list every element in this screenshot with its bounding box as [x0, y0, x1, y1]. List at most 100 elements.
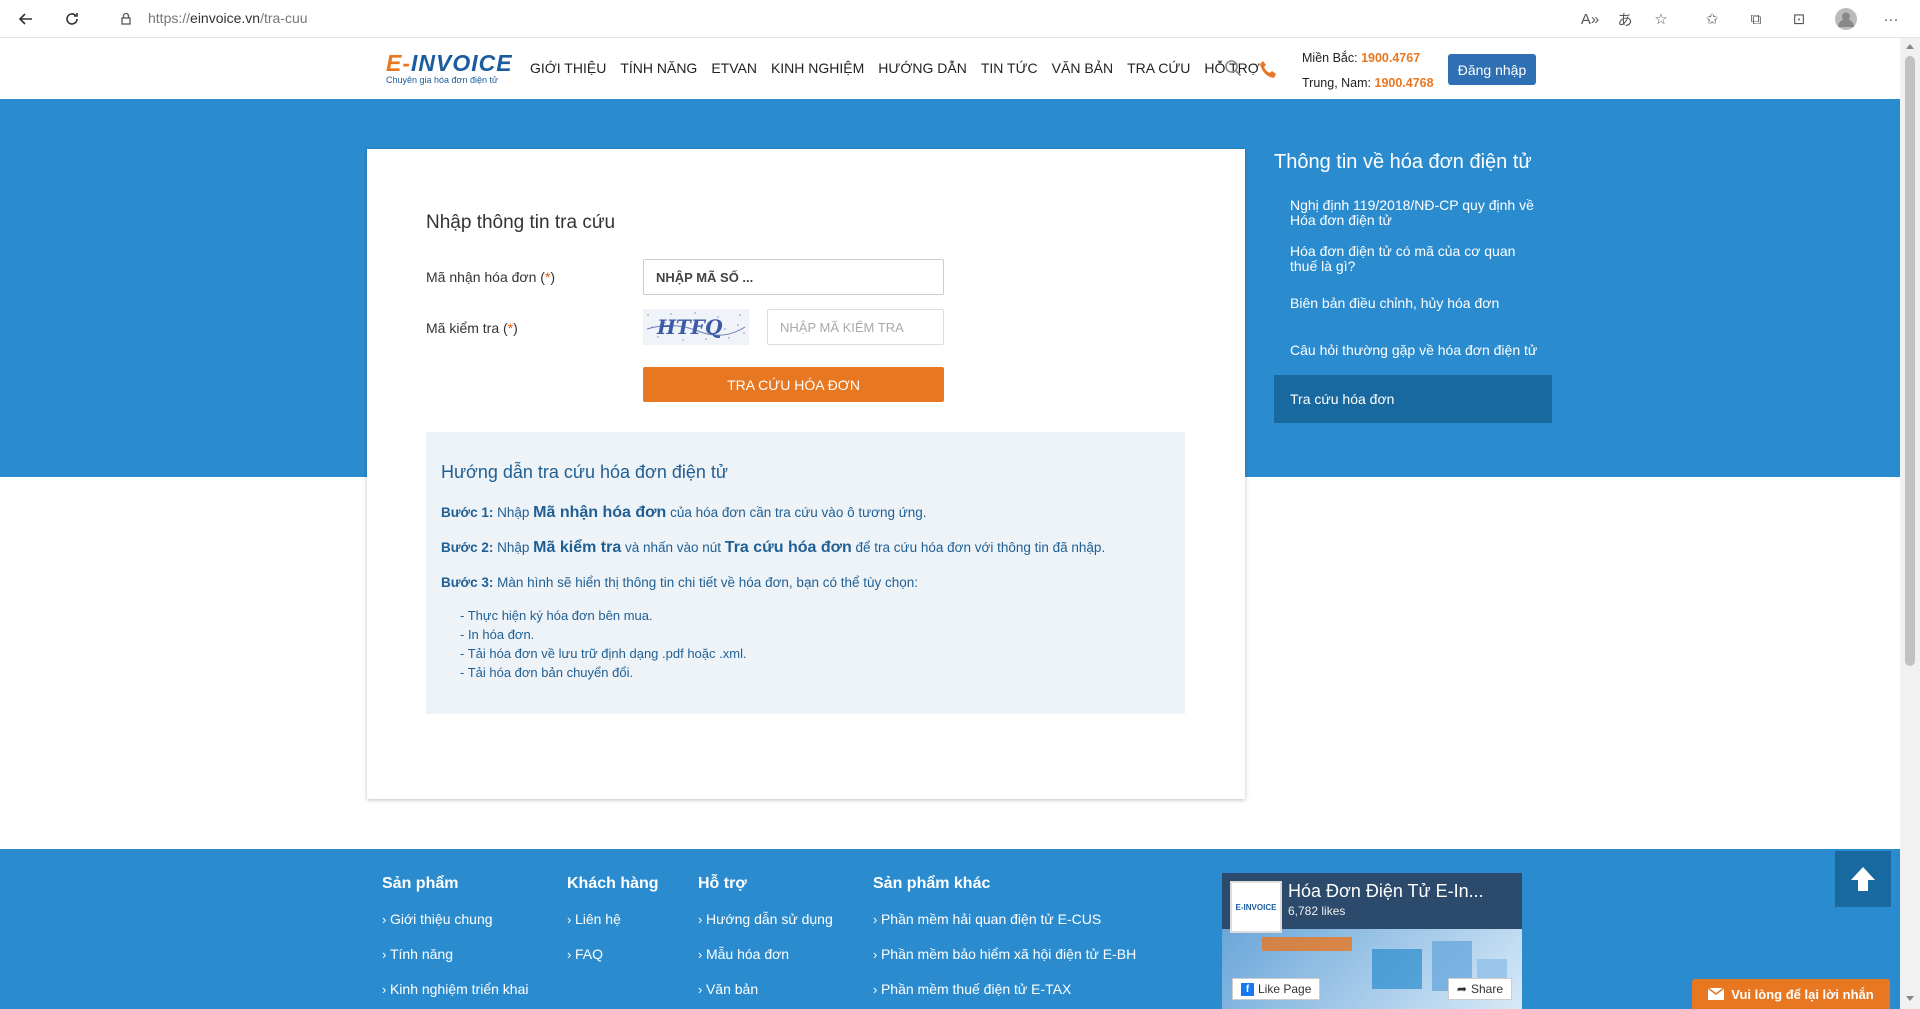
nav-huong-dan[interactable]: HƯỚNG DẪN [871, 60, 974, 76]
nav-tinh-nang[interactable]: TÍNH NĂNG [613, 60, 704, 76]
hotline-south-label: Trung, Nam: [1302, 76, 1372, 90]
hotline-north-label: Miền Bắc: [1302, 51, 1358, 65]
logo-text: INVOICE [411, 50, 513, 76]
footer-col-title: Khách hàng [567, 875, 659, 892]
collections-icon[interactable]: ⧉ [1742, 5, 1770, 33]
check-code-input[interactable] [767, 309, 944, 345]
step-1-bold: Mã nhận hóa đơn [533, 504, 667, 521]
step-2-bold-1: Mã kiểm tra [533, 539, 622, 556]
facebook-like-button[interactable]: f Like Page [1232, 978, 1321, 1000]
guide-option: - In hóa đơn. [460, 627, 535, 642]
footer-link[interactable]: Phần mềm bảo hiểm xã hội điện tử E-BH [873, 946, 1136, 962]
sidebar-title: Thông tin về hóa đơn điện tử [1274, 151, 1532, 173]
extensions-icon[interactable]: ⊡ [1785, 5, 1813, 33]
site-footer: Sản phẩm Giới thiệu chung Tính năng Kinh… [0, 849, 1900, 1009]
nav-etvan[interactable]: ETVAN [704, 60, 764, 76]
lookup-guide: Hướng dẫn tra cứu hóa đơn điện tử Bước 1… [426, 432, 1185, 714]
back-to-top-button[interactable] [1835, 851, 1891, 907]
step-1-post: của hóa đơn cần tra cứu vào ô tương ứng. [666, 505, 927, 520]
footer-col-other-products: Sản phẩm khác Phần mềm hải quan điện tử … [873, 875, 1136, 1009]
nav-tra-cuu[interactable]: TRA CỨU [1120, 60, 1197, 76]
footer-link[interactable]: Giới thiệu chung [382, 911, 528, 927]
guide-option: - Tải hóa đơn bản chuyển đổi. [460, 665, 634, 680]
search-icon[interactable] [1224, 59, 1242, 82]
nav-gioi-thieu[interactable]: GIỚI THIỆU [523, 60, 613, 76]
sidebar-item-nghi-dinh[interactable]: Nghị định 119/2018/NĐ-CP quy định về Hóa… [1274, 188, 1552, 234]
login-button[interactable]: Đăng nhập [1448, 54, 1536, 85]
nav-van-ban[interactable]: VĂN BẢN [1045, 60, 1120, 76]
page-scrollbar[interactable] [1900, 38, 1920, 1009]
step-2-post: để tra cứu hóa đơn với thông tin đã nhập… [851, 540, 1106, 555]
favorites-icon[interactable]: ✩ [1698, 5, 1726, 33]
scroll-up-arrow-icon[interactable] [1906, 44, 1914, 49]
leave-message-button[interactable]: Vui lòng để lại lời nhắn [1692, 979, 1890, 1009]
label-close: ) [550, 269, 556, 285]
scrollbar-thumb[interactable] [1905, 56, 1915, 666]
sidebar-item-tra-cuu[interactable]: Tra cứu hóa đơn [1274, 375, 1552, 423]
hotline-south-number[interactable]: 1900.4768 [1375, 76, 1434, 90]
facebook-page-widget[interactable]: E-INVOICE Hóa Đơn Điện Tử E-In... 6,782 … [1222, 873, 1522, 1009]
translate-icon[interactable]: あ [1611, 5, 1639, 33]
nav-kinh-nghiem[interactable]: KINH NGHIỆM [764, 60, 871, 76]
lookup-card: Nhập thông tin tra cứu Mã nhận hóa đơn (… [367, 149, 1245, 799]
footer-col-title: Sản phẩm [382, 875, 459, 892]
facebook-share-label: Share [1470, 982, 1503, 996]
refresh-icon[interactable] [58, 5, 86, 33]
lookup-invoice-button[interactable]: TRA CỨU HÓA ĐƠN [643, 367, 944, 402]
back-icon[interactable] [12, 5, 40, 33]
guide-title: Hướng dẫn tra cứu hóa đơn điện tử [441, 462, 728, 482]
url-text[interactable]: https://einvoice.vn/tra-cuu [148, 10, 308, 26]
footer-link[interactable]: Phần mềm hải quan điện tử E-CUS [873, 911, 1136, 927]
logo-tagline: Chuyên gia hóa đơn điện tử [386, 75, 499, 85]
address-bar[interactable] [108, 4, 1718, 34]
more-menu-icon[interactable]: ··· [1877, 5, 1905, 33]
facebook-share-button[interactable]: ➦ Share [1447, 978, 1512, 1000]
footer-link[interactable]: Phần mềm thuế điện tử E-TAX [873, 981, 1136, 997]
favorite-star-icon[interactable]: ☆ [1647, 5, 1675, 33]
facebook-page-logo: E-INVOICE [1230, 881, 1282, 933]
step-2-mid: và nhấn vào nút [621, 540, 725, 555]
step-2-bold-2: Tra cứu hóa đơn [724, 539, 852, 556]
footer-link[interactable]: Mẫu hóa đơn [698, 946, 833, 962]
footer-link[interactable]: Kinh nghiệm triển khai [382, 981, 529, 997]
footer-link[interactable]: Hướng dẫn sử dụng [698, 911, 833, 927]
invoice-code-input[interactable] [643, 259, 944, 295]
site-logo[interactable]: E-INVOICE Chuyên gia hóa đơn điện tử [386, 50, 513, 85]
hotline-north-number[interactable]: 1900.4767 [1361, 51, 1420, 65]
guide-option: - Tải hóa đơn về lưu trữ định dạng .pdf … [460, 646, 747, 661]
check-code-label-text: Mã kiểm tra ( [426, 320, 508, 336]
facebook-icon: f [1241, 982, 1254, 996]
sidebar-item-cau-hoi[interactable]: Câu hỏi thường gặp về hóa đơn điện tử [1274, 327, 1552, 375]
guide-options: - Thực hiện ký hóa đơn bên mua. - In hóa… [460, 606, 747, 682]
guide-step-3: Bước 3: Màn hình sẽ hiển thị thông tin c… [441, 575, 918, 590]
read-aloud-icon[interactable]: A» [1576, 5, 1604, 33]
footer-link[interactable]: Liên hệ [567, 911, 659, 927]
url-path: /tra-cuu [260, 10, 308, 26]
hotline-block: Miền Bắc: 1900.4767 Trung, Nam: 1900.476… [1302, 46, 1434, 96]
facebook-likes-count: 6,782 likes [1288, 904, 1346, 918]
sidebar-item-bien-ban[interactable]: Biên bản điều chỉnh, hủy hóa đơn [1274, 280, 1552, 327]
nav-tin-tuc[interactable]: TIN TỨC [974, 60, 1045, 76]
facebook-like-label: Like Page [1258, 982, 1312, 996]
main-nav: GIỚI THIỆU TÍNH NĂNG ETVAN KINH NGHIỆM H… [523, 60, 1267, 76]
sidebar-item-co-ma[interactable]: Hóa đơn điện tử có mã của cơ quan thuế l… [1274, 234, 1552, 280]
browser-toolbar: https://einvoice.vn/tra-cuu A» あ ☆ ✩ ⧉ ⊡… [0, 0, 1920, 38]
step-3-label: Bước 3: [441, 575, 494, 590]
footer-link[interactable]: FAQ [567, 946, 659, 962]
form-title: Nhập thông tin tra cứu [426, 212, 616, 233]
footer-link[interactable]: Văn bản [698, 981, 833, 997]
logo-e: E- [386, 50, 411, 76]
invoice-code-label: Mã nhận hóa đơn (*) [426, 269, 555, 285]
footer-col-title: Sản phẩm khác [873, 875, 991, 892]
facebook-page-name[interactable]: Hóa Đơn Điện Tử E-In... [1288, 881, 1484, 902]
scroll-down-arrow-icon[interactable] [1906, 996, 1914, 1001]
sidebar-list: Nghị định 119/2018/NĐ-CP quy định về Hóa… [1274, 188, 1552, 423]
phone-icon [1257, 58, 1281, 87]
check-code-label: Mã kiểm tra (*) [426, 320, 518, 336]
step-1-label: Bước 1: [441, 505, 494, 520]
lock-icon[interactable] [112, 5, 140, 33]
footer-link[interactable]: Tính năng [382, 946, 528, 962]
profile-avatar-icon[interactable] [1832, 5, 1860, 33]
url-host: einvoice.vn [190, 10, 261, 26]
footer-col-products: Sản phẩm Giới thiệu chung Tính năng Kinh… [382, 875, 528, 1009]
